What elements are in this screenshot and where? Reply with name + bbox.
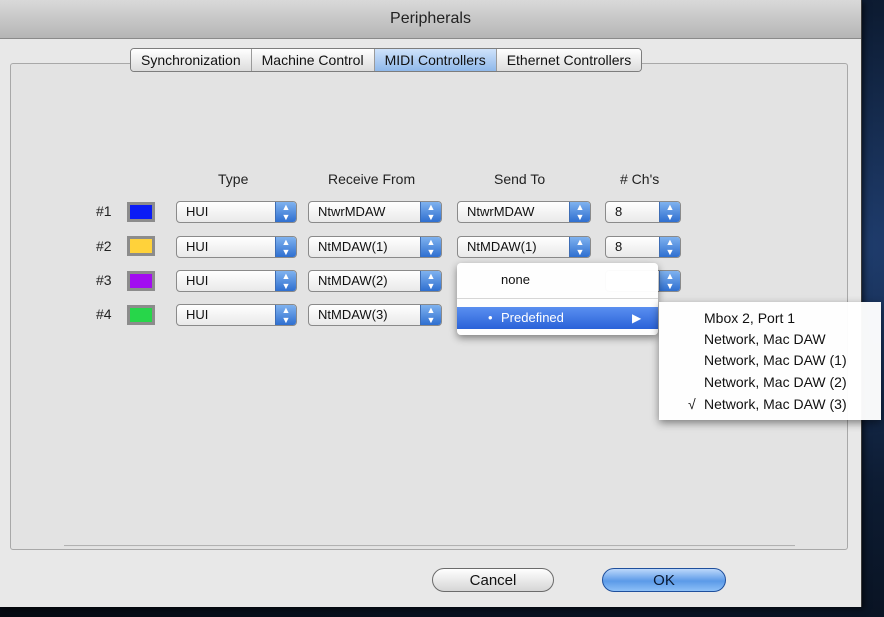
receive-from-value: NtMDAW(2) <box>318 273 388 288</box>
controller-color-swatch[interactable] <box>127 305 155 325</box>
updown-arrows-icon: ▲ ▼ <box>420 305 441 325</box>
receive-from-value: NtwrMDAW <box>318 204 386 219</box>
checkmark-icon: √ <box>688 396 696 412</box>
updown-arrows-icon: ▲ ▼ <box>659 271 680 291</box>
controller-color-swatch[interactable] <box>127 202 155 222</box>
send-to-popup[interactable]: NtwrMDAW ▲ ▼ <box>457 201 591 223</box>
channels-popup[interactable]: 8 ▲ ▼ <box>605 201 681 223</box>
updown-arrows-icon: ▲ ▼ <box>569 202 590 222</box>
send-to-dropdown-menu: none • Predefined ▶ <box>457 263 658 335</box>
send-to-value: NtMDAW(1) <box>467 239 537 254</box>
receive-from-value: NtMDAW(1) <box>318 239 388 254</box>
controller-row-label: #2 <box>96 238 112 254</box>
receive-from-popup[interactable]: NtMDAW(1) ▲ ▼ <box>308 236 442 258</box>
channels-value: 8 <box>615 239 623 254</box>
receive-from-popup[interactable]: NtMDAW(3) ▲ ▼ <box>308 304 442 326</box>
updown-arrows-icon: ▲ ▼ <box>275 237 296 257</box>
submenu-item-label: Mbox 2, Port 1 <box>704 310 796 326</box>
tab-midi-controllers[interactable]: MIDI Controllers <box>374 49 497 71</box>
updown-arrows-icon: ▲ ▼ <box>420 202 441 222</box>
submenu-item-label: Network, Mac DAW (1) <box>704 352 847 368</box>
tab-synchronization[interactable]: Synchronization <box>131 49 252 71</box>
submenu-item-label: Network, Mac DAW <box>704 331 826 347</box>
updown-arrows-icon: ▲ ▼ <box>659 237 680 257</box>
controller-row-label: #1 <box>96 203 112 219</box>
submenu-item-checked[interactable]: √ Network, Mac DAW (3) <box>659 394 881 414</box>
controller-color-swatch[interactable] <box>127 236 155 256</box>
tab-bar: Synchronization Machine Control MIDI Con… <box>130 48 643 72</box>
send-to-popup[interactable]: NtMDAW(1) ▲ ▼ <box>457 236 591 258</box>
channels-popup[interactable]: 8 ▲ ▼ <box>605 236 681 258</box>
type-popup[interactable]: HUI ▲ ▼ <box>176 270 297 292</box>
send-to-value: NtwrMDAW <box>467 204 535 219</box>
type-value: HUI <box>186 204 209 219</box>
receive-from-popup[interactable]: NtMDAW(2) ▲ ▼ <box>308 270 442 292</box>
updown-arrows-icon: ▲ ▼ <box>275 305 296 325</box>
menu-item-none[interactable]: none <box>457 269 658 291</box>
submenu-item[interactable]: Network, Mac DAW (2) <box>659 372 881 392</box>
type-popup[interactable]: HUI ▲ ▼ <box>176 201 297 223</box>
ok-button[interactable]: OK <box>602 568 726 592</box>
controller-row-label: #3 <box>96 272 112 288</box>
cancel-button[interactable]: Cancel <box>432 568 554 592</box>
menu-separator <box>457 298 658 299</box>
receive-from-popup[interactable]: NtwrMDAW ▲ ▼ <box>308 201 442 223</box>
column-header-type: Type <box>218 171 249 187</box>
menu-item-predefined-label: Predefined <box>501 310 564 325</box>
controller-row-label: #4 <box>96 306 112 322</box>
updown-arrows-icon: ▲ ▼ <box>569 237 590 257</box>
column-header-channels: # Ch's <box>620 171 660 187</box>
submenu-item-label: Network, Mac DAW (2) <box>704 374 847 390</box>
column-header-receive-from: Receive From <box>328 171 416 187</box>
channels-value: 8 <box>615 204 623 219</box>
menu-item-predefined[interactable]: • Predefined ▶ <box>457 307 658 329</box>
updown-arrows-icon: ▲ ▼ <box>275 271 296 291</box>
submenu-arrow-icon: ▶ <box>632 311 642 325</box>
bullet-icon: • <box>488 310 493 325</box>
updown-arrows-icon: ▲ ▼ <box>420 237 441 257</box>
type-value: HUI <box>186 239 209 254</box>
receive-from-value: NtMDAW(3) <box>318 307 388 322</box>
type-value: HUI <box>186 273 209 288</box>
type-value: HUI <box>186 307 209 322</box>
menu-item-none-label: none <box>501 272 530 287</box>
submenu-item[interactable]: Network, Mac DAW (1) <box>659 350 881 370</box>
controller-color-swatch[interactable] <box>127 271 155 291</box>
updown-arrows-icon: ▲ ▼ <box>420 271 441 291</box>
column-header-send-to: Send To <box>494 171 546 187</box>
submenu-item-label: Network, Mac DAW (3) <box>704 396 847 412</box>
predefined-submenu: Mbox 2, Port 1 Network, Mac DAW Network,… <box>659 302 881 420</box>
submenu-item[interactable]: Network, Mac DAW <box>659 329 881 349</box>
window-title: Peripherals <box>0 0 861 39</box>
type-popup[interactable]: HUI ▲ ▼ <box>176 304 297 326</box>
updown-arrows-icon: ▲ ▼ <box>659 202 680 222</box>
updown-arrows-icon: ▲ ▼ <box>275 202 296 222</box>
submenu-item[interactable]: Mbox 2, Port 1 <box>659 308 881 328</box>
dialog-divider <box>64 545 795 547</box>
tab-machine-control[interactable]: Machine Control <box>251 49 375 71</box>
type-popup[interactable]: HUI ▲ ▼ <box>176 236 297 258</box>
tab-ethernet-controllers[interactable]: Ethernet Controllers <box>496 49 642 71</box>
